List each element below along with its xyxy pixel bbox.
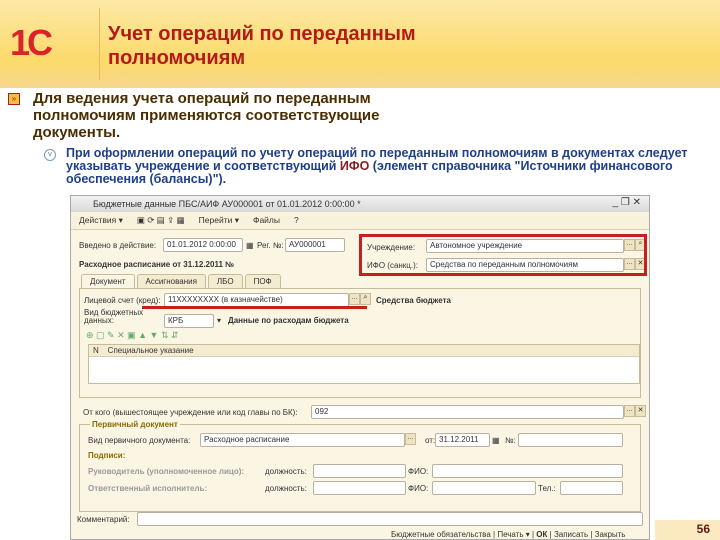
doc-type-label: Вид первичного документа: — [88, 436, 191, 445]
obligations-button[interactable]: Бюджетные обязательства — [391, 530, 491, 539]
date-label: от: — [425, 436, 436, 445]
exec-label: Ответственный исполнитель: — [88, 484, 208, 493]
goto-menu[interactable]: Перейти ▾ — [199, 215, 239, 226]
slide-header: 1С Учет операций по переданным полномочия… — [0, 0, 720, 88]
tab-lbo[interactable]: ЛБО — [207, 274, 243, 288]
sub-bullet-icon: ˅ — [44, 149, 56, 161]
ifo-highlight: ИФО — [339, 159, 370, 173]
position-label: должность: — [265, 484, 307, 493]
doc-type-input[interactable]: Расходное расписание — [200, 433, 405, 447]
budget-data-window: Бюджетные данные ПБС/АИФ АУ000001 от 01.… — [70, 195, 650, 540]
account-select-button[interactable]: … — [349, 293, 360, 305]
tab-allocations[interactable]: Ассигнования — [136, 274, 206, 288]
sub-bullet-text: При оформлении операций по учету операци… — [66, 147, 706, 186]
comment-label: Комментарий: — [77, 515, 130, 524]
chevron-down-icon[interactable]: ▾ — [217, 316, 221, 325]
account-underline — [142, 306, 367, 309]
head-fio-label: ФИО: — [408, 467, 429, 476]
main-bullet-text: Для ведения учета операций по переданным… — [33, 90, 380, 141]
head-label: Руководитель (уполномоченное лицо): — [88, 467, 245, 476]
slide-title: Учет операций по переданным полномочиям — [108, 22, 416, 70]
schedule-label: Расходное расписание от 31.12.2011 № — [79, 260, 235, 269]
window-controls[interactable]: _ ❐ ✕ — [613, 197, 641, 208]
primary-doc-title: Первичный документ — [90, 420, 180, 429]
account-label: Лицевой счет (кред): — [84, 296, 161, 305]
window-title: Бюджетные данные ПБС/АИФ АУ000001 от 01.… — [93, 199, 361, 209]
close-button[interactable]: Закрыть — [595, 530, 626, 539]
comment-input[interactable] — [137, 512, 643, 526]
account-input[interactable]: 11ХХХХХХХХ (в казначействе) — [164, 293, 349, 307]
head-fio-input[interactable] — [432, 464, 623, 478]
files-button[interactable]: Файлы — [253, 215, 280, 226]
doc-num-label: №: — [505, 436, 516, 445]
title-line-2: полномочиям — [108, 47, 246, 69]
col-n: N — [93, 346, 99, 355]
from-input[interactable]: 092 — [311, 405, 624, 419]
actions-menu[interactable]: Действия ▾ — [79, 215, 123, 226]
document-tab-panel: Лицевой счет (кред): 11ХХХХХХХХ (в казна… — [79, 288, 641, 398]
calendar-icon[interactable]: ▦ — [246, 241, 254, 250]
tel-label: Тел.: — [538, 484, 556, 493]
help-icon[interactable]: ? — [294, 215, 299, 226]
tab-pof[interactable]: ПОФ — [244, 274, 281, 288]
toolbar: Действия ▾ ▣ ⟳ ▤ ⇪ ▦ Перейти ▾ Файлы ? — [71, 212, 649, 230]
1c-logo: 1С — [10, 22, 53, 63]
signatures-label: Подписи: — [88, 451, 126, 460]
bullet-icon: » — [8, 93, 20, 105]
primary-document-group: Первичный документ Вид первичного докуме… — [79, 420, 641, 512]
calendar-icon[interactable]: ▦ — [492, 436, 500, 445]
save-button[interactable]: Записать — [554, 530, 588, 539]
ok-button[interactable]: ОК — [536, 530, 547, 539]
funds-label: Средства бюджета — [376, 296, 451, 305]
clear-icon[interactable]: ✕ — [635, 405, 646, 417]
exec-fio-input[interactable] — [432, 481, 536, 495]
from-select-button[interactable]: … — [624, 405, 635, 417]
grid-toolbar[interactable]: ⊕ ▢ ✎ ✕ ▣ ▲ ▼ ⇅ ⇵ — [86, 330, 179, 341]
enter-label: Введено в действие: — [79, 241, 157, 250]
type-label: Вид бюджетных данных: — [84, 308, 144, 325]
type-select[interactable]: КРБ — [164, 314, 214, 328]
bottom-buttons: Бюджетные обязательства | Печать ▾ | ОК … — [391, 530, 626, 539]
tabs: Документ Ассигнования ЛБО ПОФ — [81, 274, 281, 288]
exec-position-input[interactable] — [313, 481, 406, 495]
toolbar-icons[interactable]: ▣ ⟳ ▤ ⇪ ▦ — [137, 215, 185, 226]
divider — [99, 8, 100, 80]
doc-num-input[interactable] — [518, 433, 623, 447]
page-number: 56 — [655, 520, 720, 540]
from-label: От кого (вышестоящее учреждение или код … — [83, 408, 298, 417]
highlight-box — [359, 234, 647, 276]
expense-data-label: Данные по расходам бюджета — [228, 316, 349, 325]
tel-input[interactable] — [560, 481, 623, 495]
search-icon[interactable]: ⌕ — [360, 293, 371, 305]
window-titlebar: Бюджетные данные ПБС/АИФ АУ000001 от 01.… — [71, 196, 649, 212]
col-instruction: Специальное указание — [107, 346, 194, 355]
instructions-table[interactable]: N Специальное указание — [88, 344, 640, 384]
doc-date-input[interactable]: 31.12.2011 — [435, 433, 490, 447]
print-button[interactable]: Печать ▾ — [497, 530, 529, 539]
reg-num-label: Рег. №: — [257, 241, 284, 250]
exec-fio-label: ФИО: — [408, 484, 429, 493]
doc-type-select-button[interactable]: … — [405, 433, 416, 445]
reg-num-input[interactable]: АУ000001 — [285, 238, 345, 252]
table-header: N Специальное указание — [89, 345, 639, 357]
position-label: должность: — [265, 467, 307, 476]
title-line-1: Учет операций по переданным — [108, 23, 416, 45]
enter-date-input[interactable]: 01.01.2012 0:00:00 — [163, 238, 243, 252]
head-position-input[interactable] — [313, 464, 406, 478]
tab-document[interactable]: Документ — [81, 274, 135, 288]
